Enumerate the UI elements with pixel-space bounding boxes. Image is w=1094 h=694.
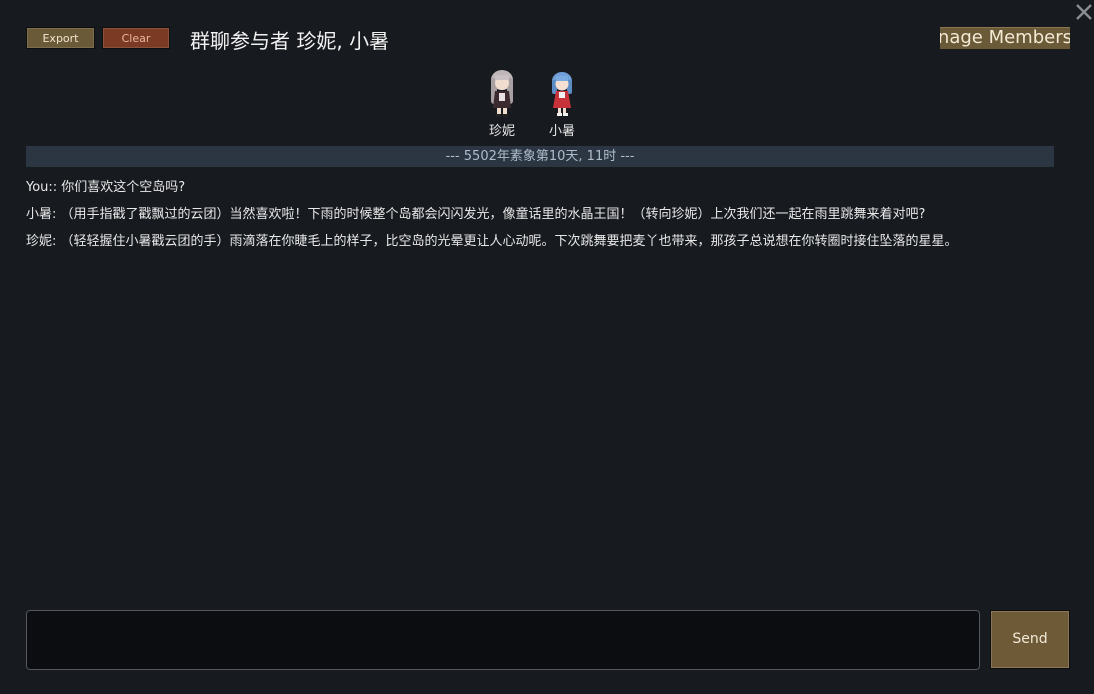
member-jenny[interactable]: 珍妮 — [472, 66, 532, 140]
send-button[interactable]: Send — [990, 610, 1070, 669]
clear-button[interactable]: Clear — [102, 27, 170, 49]
manage-members-button[interactable]: Manage Members — [940, 27, 1070, 49]
jenny-portrait-icon — [482, 66, 522, 118]
message-list: You:: 你们喜欢这个空岛吗? 小暑: （用手指戳了戳飘过的云团）当然喜欢啦！… — [26, 180, 1066, 261]
message-item: You:: 你们喜欢这个空岛吗? — [26, 180, 186, 195]
manage-members-label: Manage Members — [940, 27, 1070, 48]
message-item: 珍妮: （轻轻握住小暑戳云团的手）雨滴落在你睫毛上的样子，比空岛的光晕更让人心动… — [26, 234, 958, 249]
page-title: 群聊参与者 珍妮, 小暑 — [190, 29, 390, 53]
xiaoshu-portrait-icon — [542, 66, 582, 118]
member-name: 小暑 — [548, 124, 575, 139]
group-chat-window: Export Clear 群聊参与者 珍妮, 小暑 Manage Members — [0, 0, 1094, 694]
member-name: 珍妮 — [488, 124, 515, 139]
member-xiaoshu[interactable]: 小暑 — [532, 66, 592, 140]
date-divider: --- 5502年素象第10天, 11时 --- — [26, 146, 1054, 167]
close-icon[interactable] — [1074, 2, 1094, 22]
export-button[interactable]: Export — [26, 27, 95, 49]
message-item: 小暑: （用手指戳了戳飘过的云团）当然喜欢啦！下雨的时候整个岛都会闪闪发光，像童… — [26, 207, 926, 222]
message-input[interactable] — [26, 610, 980, 670]
